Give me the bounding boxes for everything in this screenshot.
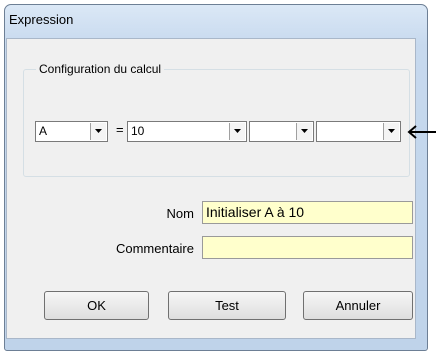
ok-button[interactable]: OK: [44, 291, 149, 320]
cancel-button[interactable]: Annuler: [303, 291, 413, 320]
right-operand-combobox-3[interactable]: [316, 121, 401, 142]
left-operand-dropdown-button[interactable]: [90, 123, 106, 140]
chevron-down-icon: [234, 129, 241, 133]
equals-sign: =: [116, 122, 124, 137]
right-operand-1-dropdown-button[interactable]: [229, 123, 245, 140]
groupbox-legend: Configuration du calcul: [36, 63, 165, 76]
right-operand-combobox-1[interactable]: 10: [127, 121, 247, 142]
arrow-left-icon: [407, 125, 436, 139]
chevron-down-icon: [95, 129, 102, 133]
right-operand-3-dropdown-button[interactable]: [383, 123, 399, 140]
right-operand-1-value: 10: [131, 124, 145, 138]
comment-input[interactable]: [202, 236, 413, 259]
window-title: Expression: [9, 12, 74, 27]
left-operand-combobox[interactable]: A: [35, 121, 108, 142]
chevron-down-icon: [388, 129, 395, 133]
name-input[interactable]: Initialiser A à 10: [202, 201, 413, 224]
left-operand-value: A: [39, 124, 48, 138]
comment-label: Commentaire: [115, 241, 194, 256]
right-operand-2-dropdown-button[interactable]: [296, 123, 312, 140]
name-label: Nom: [166, 206, 194, 221]
right-operand-combobox-2[interactable]: [249, 121, 314, 142]
chevron-down-icon: [301, 129, 308, 133]
test-button[interactable]: Test: [168, 291, 286, 320]
